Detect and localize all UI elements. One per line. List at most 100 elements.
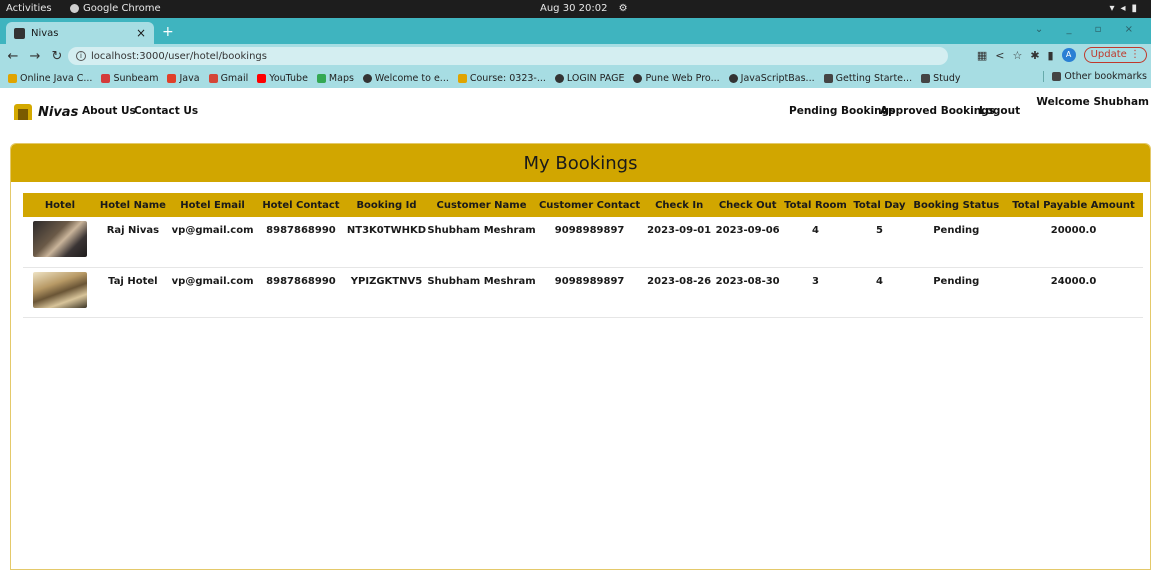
hotel-image-cell: [23, 267, 97, 318]
nav-approved-bookings[interactable]: Approved Bookings: [880, 105, 995, 117]
system-tray[interactable]: ▾◂▮: [1109, 3, 1143, 14]
system-top-bar: Activities Google Chrome Aug 30 20:02 ⚙ …: [0, 0, 1151, 18]
bookmark-star-icon[interactable]: ☆: [1012, 49, 1022, 62]
profile-avatar[interactable]: A: [1061, 48, 1076, 62]
bookmark-item[interactable]: Pune Web Pro...: [633, 72, 720, 84]
column-header: Check Out: [714, 193, 781, 217]
browser-toolbar: ← → ↻ i localhost:3000/user/hotel/bookin…: [0, 44, 1151, 68]
bookmark-label: JavaScriptBas...: [740, 72, 815, 84]
hotel-logo-icon: [14, 104, 32, 120]
column-header: Hotel Contact: [256, 193, 346, 217]
extensions-icon[interactable]: ✱: [1030, 49, 1039, 62]
bookings-card: My Bookings Hotel Hotel Name Hotel Email…: [10, 143, 1151, 570]
tab-favicon-icon: [14, 27, 25, 39]
bookmark-label: YouTube: [269, 72, 308, 84]
hotel-image-cell: [23, 217, 97, 268]
total-day-cell: 4: [850, 267, 909, 318]
youtube-icon: [257, 73, 267, 83]
table-row: Raj Nivas vp@gmail.com 8987868990 NT3K0T…: [23, 217, 1143, 268]
address-bar[interactable]: i localhost:3000/user/hotel/bookings: [68, 47, 948, 65]
column-header: Hotel Email: [168, 193, 257, 217]
update-label: Update: [1090, 49, 1127, 60]
column-header: Booking Status: [908, 193, 1005, 217]
total-room-cell: 3: [780, 267, 851, 318]
browser-tab-nivas[interactable]: Nivas ×: [6, 22, 154, 44]
column-header: Check In: [643, 193, 715, 217]
check-in-cell: 2023-09-01: [643, 217, 715, 268]
globe-icon: [728, 73, 738, 83]
bookmark-item[interactable]: JavaScriptBas...: [728, 72, 815, 84]
tab-strip: Nivas × + ⌄ _ ▫ ×: [0, 18, 1151, 44]
bookmark-label: Pune Web Pro...: [645, 72, 720, 84]
bookmark-label: Gmail: [220, 72, 249, 84]
bookmark-item[interactable]: Welcome to e...: [362, 73, 449, 84]
page-title: My Bookings: [523, 152, 638, 174]
column-header: Total Room: [780, 193, 851, 217]
bookmark-item[interactable]: YouTube: [257, 73, 308, 84]
bookmark-item[interactable]: Maps: [316, 72, 354, 84]
active-app-indicator[interactable]: Google Chrome: [70, 3, 161, 14]
translate-icon[interactable]: ▦: [977, 49, 987, 62]
bookmark-icon: [457, 73, 467, 83]
booking-id-cell: YPIZGKTNV5: [345, 267, 428, 318]
globe-icon: [362, 73, 372, 83]
forward-arrow-icon[interactable]: →: [26, 49, 44, 64]
chrome-icon: [70, 4, 79, 13]
active-app-name: Google Chrome: [83, 3, 161, 14]
update-button[interactable]: Update ⋮: [1083, 47, 1147, 63]
bookings-table: Hotel Hotel Name Hotel Email Hotel Conta…: [23, 193, 1143, 318]
bookmark-label: Online Java C...: [20, 72, 93, 84]
nav-contact-us[interactable]: Contact Us: [134, 105, 198, 117]
tab-close-icon[interactable]: ×: [136, 26, 146, 40]
bookmark-item[interactable]: Gmail: [208, 72, 249, 84]
bookmark-item[interactable]: Study: [921, 72, 961, 84]
total-room-cell: 4: [780, 217, 851, 268]
booking-status-cell: Pending: [908, 217, 1005, 268]
reload-icon[interactable]: ↻: [48, 49, 66, 64]
bookmark-item[interactable]: Online Java C...: [8, 73, 92, 84]
hotel-thumbnail: [32, 271, 87, 308]
column-header: Customer Contact: [535, 193, 644, 217]
hotel-name-cell: Raj Nivas: [96, 217, 169, 268]
bookmark-item[interactable]: Getting Starte...: [823, 72, 913, 84]
share-icon[interactable]: <: [995, 49, 1004, 62]
column-header: Hotel Name: [96, 193, 169, 217]
hotel-contact-cell: 8987868990: [256, 217, 346, 268]
folder-icon: [921, 73, 931, 83]
window-controls[interactable]: ⌄ _ ▫ ×: [1035, 24, 1143, 35]
check-out-cell: 2023-09-06: [714, 217, 781, 268]
nav-about-us[interactable]: About Us: [82, 105, 136, 117]
brand-link[interactable]: Nivas: [14, 104, 78, 120]
other-bookmarks-folder[interactable]: Other bookmarks: [1043, 71, 1147, 82]
notification-icon: ⚙: [618, 3, 628, 14]
booking-status-cell: Pending: [908, 267, 1005, 318]
back-arrow-icon[interactable]: ←: [4, 49, 22, 64]
hotel-name-cell: Taj Hotel: [96, 267, 169, 318]
bookmark-label: Study: [933, 72, 961, 84]
folder-icon: [1052, 72, 1062, 81]
table-row: Taj Hotel vp@gmail.com 8987868990 YPIZGK…: [23, 267, 1143, 318]
total-amount-cell: 24000.0: [1004, 267, 1143, 318]
side-panel-icon[interactable]: ▮: [1048, 49, 1054, 62]
hotel-thumbnail: [32, 221, 87, 257]
site-info-icon[interactable]: i: [76, 51, 86, 61]
activities-button[interactable]: Activities: [6, 3, 52, 14]
bookmark-item[interactable]: LOGIN PAGE: [554, 73, 624, 84]
system-clock[interactable]: Aug 30 20:02 ⚙: [540, 3, 628, 14]
bookmark-item[interactable]: Sunbeam: [101, 73, 158, 84]
bookmark-item[interactable]: Java: [167, 73, 200, 84]
column-header: Customer Name: [427, 193, 536, 217]
bookmark-item[interactable]: Course: 0323-...: [457, 72, 546, 84]
hotel-contact-cell: 8987868990: [256, 267, 346, 318]
bookings-header: My Bookings: [11, 144, 1150, 182]
toolbar-actions: ▦ < ☆ ✱ ▮ A Update ⋮: [977, 47, 1147, 63]
bookmark-label: Getting Starte...: [835, 72, 913, 84]
nav-logout[interactable]: Logout: [979, 105, 1020, 117]
check-out-cell: 2023-08-30: [714, 267, 781, 318]
other-bookmarks-label: Other bookmarks: [1064, 71, 1147, 82]
bookmark-label: Sunbeam: [113, 72, 159, 84]
bookmark-label: Maps: [328, 72, 354, 84]
bookmark-label: Course: 0323-...: [469, 72, 546, 84]
new-tab-icon[interactable]: +: [162, 24, 174, 40]
brand-name: Nivas: [38, 104, 79, 120]
